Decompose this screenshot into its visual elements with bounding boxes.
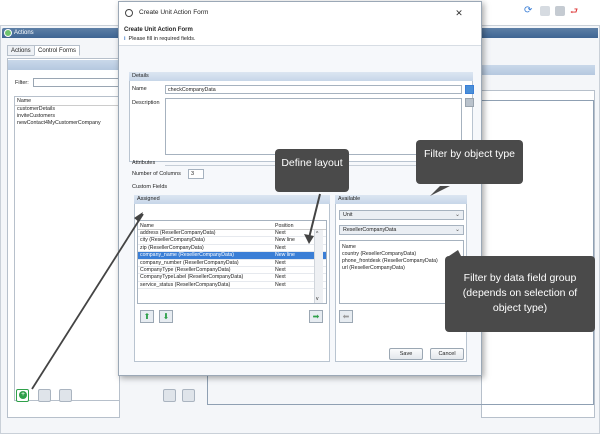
callout-define-layout: Define layout <box>275 149 349 192</box>
callout-filter-object-type: Filter by object type <box>416 140 523 184</box>
arrow-to-position <box>308 193 321 239</box>
arrow-to-assigned <box>31 213 144 390</box>
callout-arrows <box>31 186 462 390</box>
pointer-object-type <box>430 186 450 196</box>
arrow-head-position <box>304 234 314 244</box>
callout-filter-field-group: Filter by data field group (depends on s… <box>445 256 595 332</box>
